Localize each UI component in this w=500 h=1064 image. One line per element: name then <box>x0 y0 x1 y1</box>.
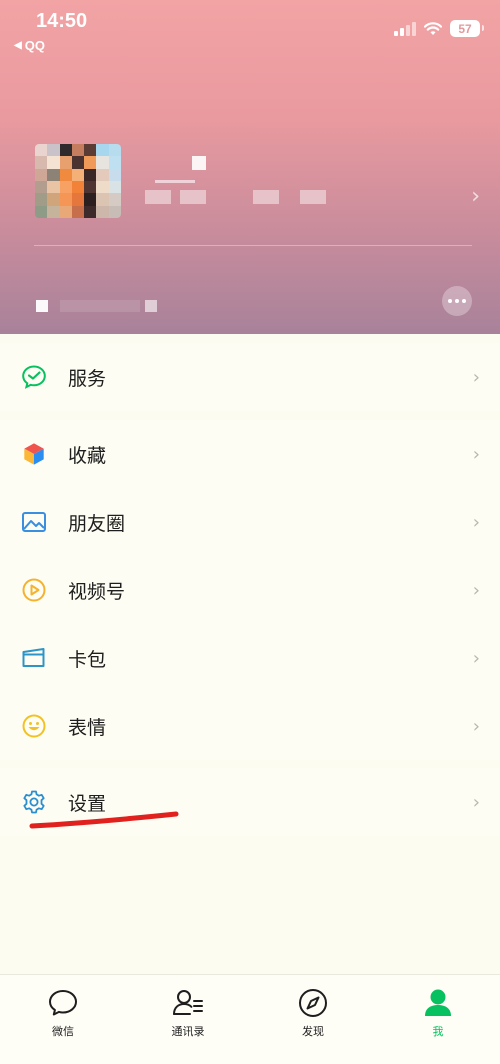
menu-label-channels: 视频号 <box>68 580 126 603</box>
tab-label-discover: 发现 <box>302 1025 324 1038</box>
tab-me[interactable]: 我 <box>398 987 478 1039</box>
menu-item-favorites[interactable]: 收藏 › <box>0 420 500 488</box>
wifi-icon <box>424 21 442 35</box>
contacts-icon <box>173 990 203 1015</box>
cube-icon <box>21 441 47 467</box>
tab-chats[interactable]: 微信 <box>23 987 103 1039</box>
bottom-tab-bar: 微信 通讯录 发现 我 <box>0 974 500 1064</box>
signal-icon <box>394 21 416 36</box>
person-icon <box>425 989 451 1016</box>
tab-label-contacts: 通讯录 <box>171 1025 205 1038</box>
play-circle-icon <box>21 577 47 603</box>
status-blurred[interactable] <box>36 300 48 312</box>
red-underline-annotation <box>29 811 179 829</box>
menu-item-stickers[interactable]: 表情 › <box>0 692 500 760</box>
chevron-right-icon: › <box>472 647 480 669</box>
back-app-label: QQ <box>24 38 45 53</box>
tab-label-chats: 微信 <box>52 1025 74 1038</box>
profile-header: 14:50 ◀ QQ 57 › <box>0 0 500 334</box>
chevron-right-icon: › <box>472 715 480 737</box>
tab-contacts[interactable]: 通讯录 <box>148 987 228 1039</box>
tab-discover[interactable]: 发现 <box>273 987 353 1039</box>
main-menu-group: 收藏 › 朋友圈 › 视频号 › 卡包 › 表情 › <box>0 420 500 760</box>
menu-item-channels[interactable]: 视频号 › <box>0 556 500 624</box>
menu-item-cards[interactable]: 卡包 › <box>0 624 500 692</box>
compass-icon <box>299 989 327 1017</box>
profile-name-blurred <box>192 156 206 170</box>
chevron-right-icon: › <box>472 511 480 533</box>
tab-label-me: 我 <box>432 1025 444 1038</box>
menu-label-cards: 卡包 <box>68 648 107 671</box>
status-time: 14:50 <box>36 10 88 32</box>
services-icon <box>21 364 47 390</box>
menu-item-services[interactable]: 服务 › <box>0 343 500 411</box>
menu-label-services: 服务 <box>68 367 107 390</box>
back-triangle-icon: ◀ <box>14 40 22 51</box>
services-group: 服务 › <box>0 343 500 411</box>
chevron-right-icon: › <box>472 791 480 813</box>
back-to-app-button[interactable]: ◀ QQ <box>14 38 45 53</box>
menu-label-favorites: 收藏 <box>68 444 107 467</box>
menu-label-moments: 朋友圈 <box>68 512 126 535</box>
status-indicators: 57 <box>394 20 484 37</box>
profile-id-blurred <box>145 190 171 204</box>
menu-label-stickers: 表情 <box>68 716 107 739</box>
chevron-right-icon: › <box>472 579 480 601</box>
smiley-icon <box>21 713 47 739</box>
chevron-right-icon: › <box>472 366 480 388</box>
menu-item-moments[interactable]: 朋友圈 › <box>0 488 500 556</box>
chevron-right-icon: › <box>472 443 480 465</box>
header-divider <box>34 245 472 246</box>
profile-chevron-icon[interactable]: › <box>471 184 480 209</box>
chat-bubble-icon <box>49 990 77 1016</box>
image-icon <box>21 509 47 535</box>
wallet-icon <box>21 645 47 671</box>
battery-icon: 57 <box>450 20 484 37</box>
avatar[interactable] <box>35 144 121 218</box>
more-icon[interactable] <box>442 286 472 316</box>
